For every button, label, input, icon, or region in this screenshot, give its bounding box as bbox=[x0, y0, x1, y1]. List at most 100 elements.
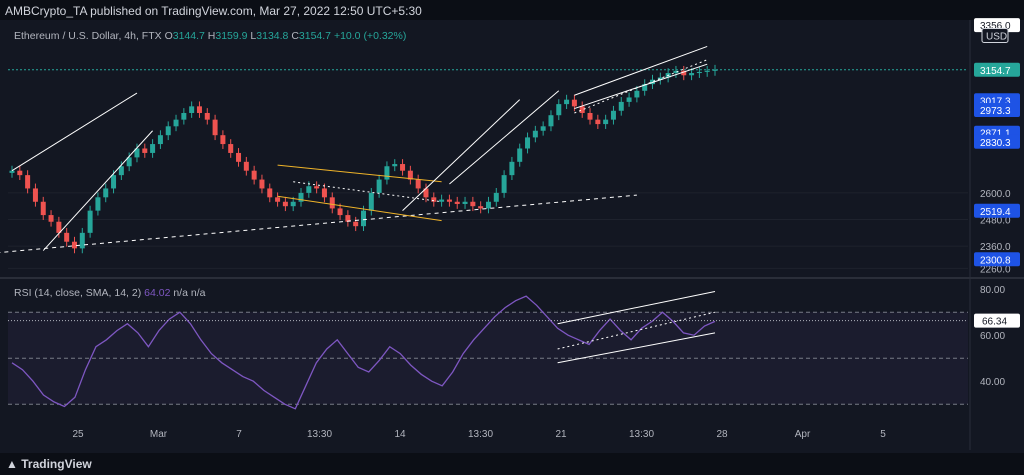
breakout-channel-upper bbox=[449, 90, 560, 185]
candle-body bbox=[236, 152, 242, 162]
candle-body bbox=[696, 71, 702, 74]
candle-body bbox=[626, 97, 632, 102]
candle-body bbox=[48, 215, 54, 222]
candle-body bbox=[275, 197, 281, 202]
candle-body bbox=[564, 99, 570, 105]
candle-body bbox=[439, 199, 445, 202]
candle-body bbox=[32, 188, 38, 202]
candle-body bbox=[111, 175, 117, 189]
rsi-tick-label: 80.00 bbox=[980, 285, 1005, 296]
candle-body bbox=[501, 175, 507, 193]
x-tick-label: 13:30 bbox=[629, 429, 654, 440]
price-label-text: 2973.3 bbox=[980, 106, 1011, 117]
symbol-name[interactable]: Ethereum / U.S. Dollar, 4h, FTX bbox=[14, 30, 162, 42]
candle-body bbox=[259, 179, 265, 189]
high-value: 3159.9 bbox=[215, 30, 248, 42]
rsi-label[interactable]: RSI (14, close, SMA, 14, 2) bbox=[14, 287, 141, 299]
candle-body bbox=[485, 201, 491, 209]
x-tick-label: 28 bbox=[716, 429, 728, 440]
candle-body bbox=[353, 221, 359, 227]
rsi-value: 64.02 bbox=[144, 287, 171, 299]
candle-body bbox=[392, 164, 398, 167]
rising-channel-2-mid bbox=[574, 59, 708, 114]
descending-channel-upper bbox=[277, 164, 442, 183]
open-value: 3144.7 bbox=[172, 30, 205, 42]
candle-body bbox=[9, 170, 15, 173]
candle-body bbox=[525, 137, 531, 149]
candle-body bbox=[157, 135, 163, 145]
x-tick-label: 14 bbox=[394, 429, 406, 440]
candle-body bbox=[532, 130, 538, 138]
candle-body bbox=[40, 201, 46, 216]
logo-text: TradingView bbox=[21, 457, 92, 471]
candle-body bbox=[361, 210, 366, 227]
candle-body bbox=[454, 201, 460, 204]
candle-body bbox=[17, 170, 23, 176]
breakout-channel-lower bbox=[402, 99, 521, 212]
x-tick-label: Apr bbox=[795, 429, 811, 440]
candle-body bbox=[509, 161, 515, 176]
x-tick-label: Mar bbox=[150, 429, 168, 440]
candle-body bbox=[556, 104, 562, 116]
rising-channel-1-lower bbox=[42, 130, 153, 251]
currency-tag: USD bbox=[986, 32, 1007, 43]
open-label: O bbox=[164, 30, 173, 42]
candle-body bbox=[571, 99, 577, 107]
price-tick-label: 2600.0 bbox=[980, 189, 1011, 200]
candle-body bbox=[181, 112, 187, 120]
candle-body bbox=[470, 201, 476, 207]
x-tick-label: 21 bbox=[555, 429, 567, 440]
candle-body bbox=[321, 188, 327, 198]
rsi-na-1: n/a bbox=[173, 287, 188, 299]
close-label: C bbox=[291, 30, 299, 42]
candle-body bbox=[220, 135, 226, 145]
candle-body bbox=[189, 106, 195, 113]
candle-body bbox=[446, 199, 452, 202]
rsi-value-label: 66.34 bbox=[982, 317, 1007, 328]
rsi-tick-label: 40.00 bbox=[980, 377, 1005, 388]
close-value: 3154.7 bbox=[298, 30, 332, 42]
price-label-text: 2300.8 bbox=[980, 255, 1011, 266]
price-tick-label: 2360.0 bbox=[980, 242, 1011, 253]
candle-body bbox=[150, 144, 156, 153]
candle-body bbox=[689, 73, 695, 76]
rsi-legend: RSI (14, close, SMA, 14, 2) 64.02 n/a n/… bbox=[14, 287, 205, 299]
candle-body bbox=[595, 119, 601, 125]
candle-body bbox=[376, 179, 382, 193]
rsi-na-2: n/a bbox=[190, 287, 206, 299]
candle-body bbox=[95, 197, 101, 211]
low-value: 3134.8 bbox=[256, 30, 289, 42]
candle-body bbox=[71, 241, 77, 249]
candle-body bbox=[540, 126, 546, 131]
candle-body bbox=[251, 170, 257, 180]
candle-body bbox=[314, 186, 320, 189]
candle-body bbox=[290, 201, 296, 207]
candle-body bbox=[142, 148, 148, 153]
candle-body bbox=[267, 188, 273, 198]
candle-body bbox=[25, 175, 31, 189]
chart-canvas[interactable]: 2260.02360.02480.02600.03356.03154.73017… bbox=[0, 0, 1024, 475]
rising-channel-1-upper bbox=[11, 92, 138, 172]
candles bbox=[9, 64, 718, 254]
candle-body bbox=[243, 161, 249, 171]
candle-body bbox=[196, 106, 202, 113]
candle-body bbox=[517, 148, 523, 162]
candle-body bbox=[103, 188, 109, 198]
candle-body bbox=[384, 166, 390, 180]
candle-body bbox=[587, 112, 593, 120]
bottom-bar: ▲ TradingView bbox=[0, 453, 1024, 475]
x-tick-label: 13:30 bbox=[307, 429, 332, 440]
candle-body bbox=[634, 90, 640, 98]
descending-channel-lower bbox=[277, 195, 442, 222]
candle-body bbox=[548, 115, 554, 127]
symbol-legend: Ethereum / U.S. Dollar, 4h, FTX O3144.7 … bbox=[14, 30, 406, 42]
candle-body bbox=[618, 101, 624, 111]
candle-body bbox=[173, 119, 179, 127]
rsi-tick-label: 60.00 bbox=[980, 331, 1005, 342]
candle-body bbox=[400, 164, 406, 171]
candle-body bbox=[212, 119, 218, 136]
x-tick-label: 25 bbox=[72, 429, 84, 440]
candle-body bbox=[306, 186, 312, 193]
candle-body bbox=[79, 232, 85, 249]
x-tick-label: 7 bbox=[236, 429, 242, 440]
